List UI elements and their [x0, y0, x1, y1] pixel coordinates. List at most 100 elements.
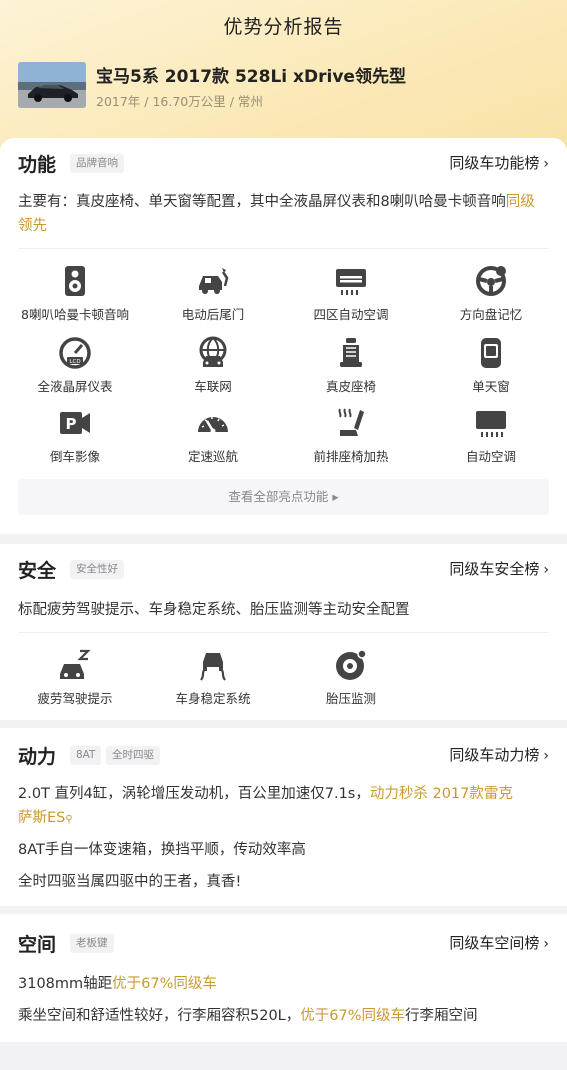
safety-tag: 安全性好: [70, 560, 124, 579]
feature-label: 疲劳驾驶提示: [37, 691, 113, 706]
steering-wheel-icon: [476, 266, 506, 296]
speaker-icon: [65, 266, 85, 296]
desc-highlight[interactable]: 动力秒杀 2017款雷克: [370, 786, 513, 802]
feature-item[interactable]: P 倒车影像: [10, 406, 140, 465]
desc-text: 行李厢空间: [405, 1008, 478, 1024]
feature-label: 定速巡航: [187, 449, 238, 464]
power-rank-link[interactable]: 同级车动力榜 ›: [449, 744, 549, 765]
car-photo-icon: [18, 62, 86, 108]
power-drivetrain-text: 全时四驱当属四驱中的王者，真香!: [18, 874, 242, 890]
desc-text: 2.0T 直列4缸，涡轮增压发动机，百公里加速仅7.1s，: [18, 786, 370, 802]
tire-pressure-icon: [336, 649, 367, 680]
safety-header: 安全 安全性好 同级车安全榜 ›: [18, 556, 549, 582]
connected-car-icon: [199, 336, 227, 367]
svg-text:LCD: LCD: [69, 359, 80, 365]
compare-car-link[interactable]: 萨斯ES: [18, 810, 65, 826]
search-icon: ⚲: [65, 814, 73, 825]
desc-highlight: 优于67%同级车: [112, 976, 217, 992]
feature-item[interactable]: 前排座椅加热: [286, 406, 416, 465]
power-section: 动力 8AT 全时四驱 同级车动力榜 › 2.0T 直列4缸，涡轮增压发动机，百公…: [0, 728, 567, 906]
feature-label: 前排座椅加热: [313, 449, 389, 464]
report-header: 优势分析报告 宝马5系 2017款 528Li xDrive领先型 2017年 …: [0, 0, 567, 160]
cruise-control-icon: [198, 417, 228, 434]
function-tag: 品牌音响: [70, 154, 124, 173]
feature-label: 8喇叭哈曼卡顿音响: [21, 307, 129, 322]
feature-label: 电动后尾门: [181, 307, 245, 322]
function-rank-link[interactable]: 同级车功能榜 ›: [449, 152, 549, 173]
space-rank-link[interactable]: 同级车空间榜 ›: [449, 932, 549, 953]
desc-text: 主要有：真皮座椅、单天窗等配置，其中全液晶屏仪表和8喇叭哈曼卡顿音响: [18, 194, 506, 210]
power-tag: 8AT: [70, 746, 102, 765]
car-thumbnail[interactable]: [18, 62, 86, 108]
power-header: 动力 8AT 全时四驱 同级车动力榜 ›: [18, 742, 549, 768]
feature-label: 车身稳定系统: [175, 691, 251, 706]
chevron-right-icon: ›: [543, 936, 549, 952]
function-description: 主要有：真皮座椅、单天窗等配置，其中全液晶屏仪表和8喇叭哈曼卡顿音响同级领先: [18, 190, 549, 238]
sunroof-icon: [481, 338, 501, 368]
rank-link-label: 同级车功能榜: [449, 154, 540, 172]
rank-link-label: 同级车动力榜: [449, 746, 540, 764]
feature-item[interactable]: 定速巡航: [148, 406, 278, 465]
desc-text: 乘坐空间和舒适性较好，行李厢容积520L，: [18, 1008, 301, 1024]
rank-link-label: 同级车空间榜: [449, 934, 540, 952]
feature-item[interactable]: 方向盘记忆: [426, 264, 556, 323]
feature-item[interactable]: 疲劳驾驶提示: [10, 648, 140, 707]
space-section: 空间 老板键 同级车空间榜 › 3108mm轴距优于67%同级车 乘坐空间和舒适性…: [0, 914, 567, 1042]
feature-item[interactable]: 车身稳定系统: [148, 648, 278, 707]
feature-label: 方向盘记忆: [459, 307, 523, 322]
function-header: 功能 品牌音响 同级车功能榜 ›: [18, 150, 549, 176]
power-transmission-text: 8AT手自一体变速箱，换挡平顺，传动效率高: [18, 842, 306, 858]
feature-label: 车联网: [194, 379, 232, 394]
feature-item[interactable]: 单天窗: [426, 336, 556, 395]
divider: [18, 632, 549, 633]
car-meta: 2017年 / 16.70万公里 / 常州: [96, 94, 263, 109]
section-title: 安全: [18, 560, 57, 582]
safety-rank-link[interactable]: 同级车安全榜 ›: [449, 558, 549, 579]
safety-description: 标配疲劳驾驶提示、车身稳定系统、胎压监测等主动安全配置: [18, 602, 410, 618]
section-title: 动力: [18, 746, 57, 768]
air-conditioner-icon: [336, 269, 366, 295]
seat-heating-icon: [338, 408, 364, 436]
feature-label: 单天窗: [472, 379, 510, 394]
feature-label: 倒车影像: [49, 449, 100, 464]
section-title: 功能: [18, 154, 57, 176]
parking-camera-icon: P: [60, 412, 90, 434]
space-tag: 老板键: [70, 934, 114, 953]
function-section: 功能 品牌音响 同级车功能榜 › 主要有：真皮座椅、单天窗等配置，其中全液晶屏仪表…: [0, 138, 567, 534]
chevron-right-icon: ›: [543, 156, 549, 172]
fatigue-alert-icon: [60, 649, 91, 679]
power-description: 2.0T 直列4缸，涡轮增压发动机，百公里加速仅7.1s，动力秒杀 2017款雷…: [18, 782, 549, 832]
svg-text:P: P: [66, 415, 77, 433]
feature-label: 四区自动空调: [313, 307, 389, 322]
feature-label: 真皮座椅: [325, 379, 376, 394]
stability-control-icon: [200, 653, 226, 681]
feature-item[interactable]: 自动空调: [426, 406, 556, 465]
power-tailgate-icon: [199, 268, 229, 294]
view-all-features-button[interactable]: 查看全部亮点功能 ▸: [18, 479, 549, 515]
desc-text: 3108mm轴距: [18, 976, 113, 992]
feature-item[interactable]: 胎压监测: [286, 648, 416, 707]
car-name: 宝马5系 2017款 528Li xDrive领先型: [96, 67, 406, 87]
chevron-right-icon: ›: [543, 562, 549, 578]
feature-label: 全液晶屏仪表: [37, 379, 113, 394]
feature-item[interactable]: 车联网: [148, 336, 278, 395]
feature-item[interactable]: 四区自动空调: [286, 264, 416, 323]
desc-highlight: 优于67%同级车: [300, 1008, 405, 1024]
safety-section: 安全 安全性好 同级车安全榜 › 标配疲劳驾驶提示、车身稳定系统、胎压监测等主动安…: [0, 544, 567, 720]
rank-link-label: 同级车安全榜: [449, 560, 540, 578]
feature-label: 胎压监测: [325, 691, 376, 706]
lcd-gauge-icon: LCD: [59, 337, 91, 369]
feature-item[interactable]: 8喇叭哈曼卡顿音响: [10, 264, 140, 323]
auto-ac-icon: [476, 411, 506, 437]
space-comfort-text: 乘坐空间和舒适性较好，行李厢容积520L，优于67%同级车行李厢空间: [18, 1004, 549, 1025]
space-header: 空间 老板键 同级车空间榜 ›: [18, 930, 549, 956]
space-wheelbase-text: 3108mm轴距优于67%同级车: [18, 972, 549, 993]
chevron-right-icon: ›: [543, 748, 549, 764]
feature-item[interactable]: LCD 全液晶屏仪表: [10, 336, 140, 395]
page-title: 优势分析报告: [223, 16, 344, 38]
feature-item[interactable]: 真皮座椅: [286, 336, 416, 395]
feature-label: 自动空调: [465, 449, 516, 464]
section-title: 空间: [18, 934, 57, 956]
feature-item[interactable]: 电动后尾门: [148, 264, 278, 323]
leather-seat-icon: [340, 338, 362, 367]
